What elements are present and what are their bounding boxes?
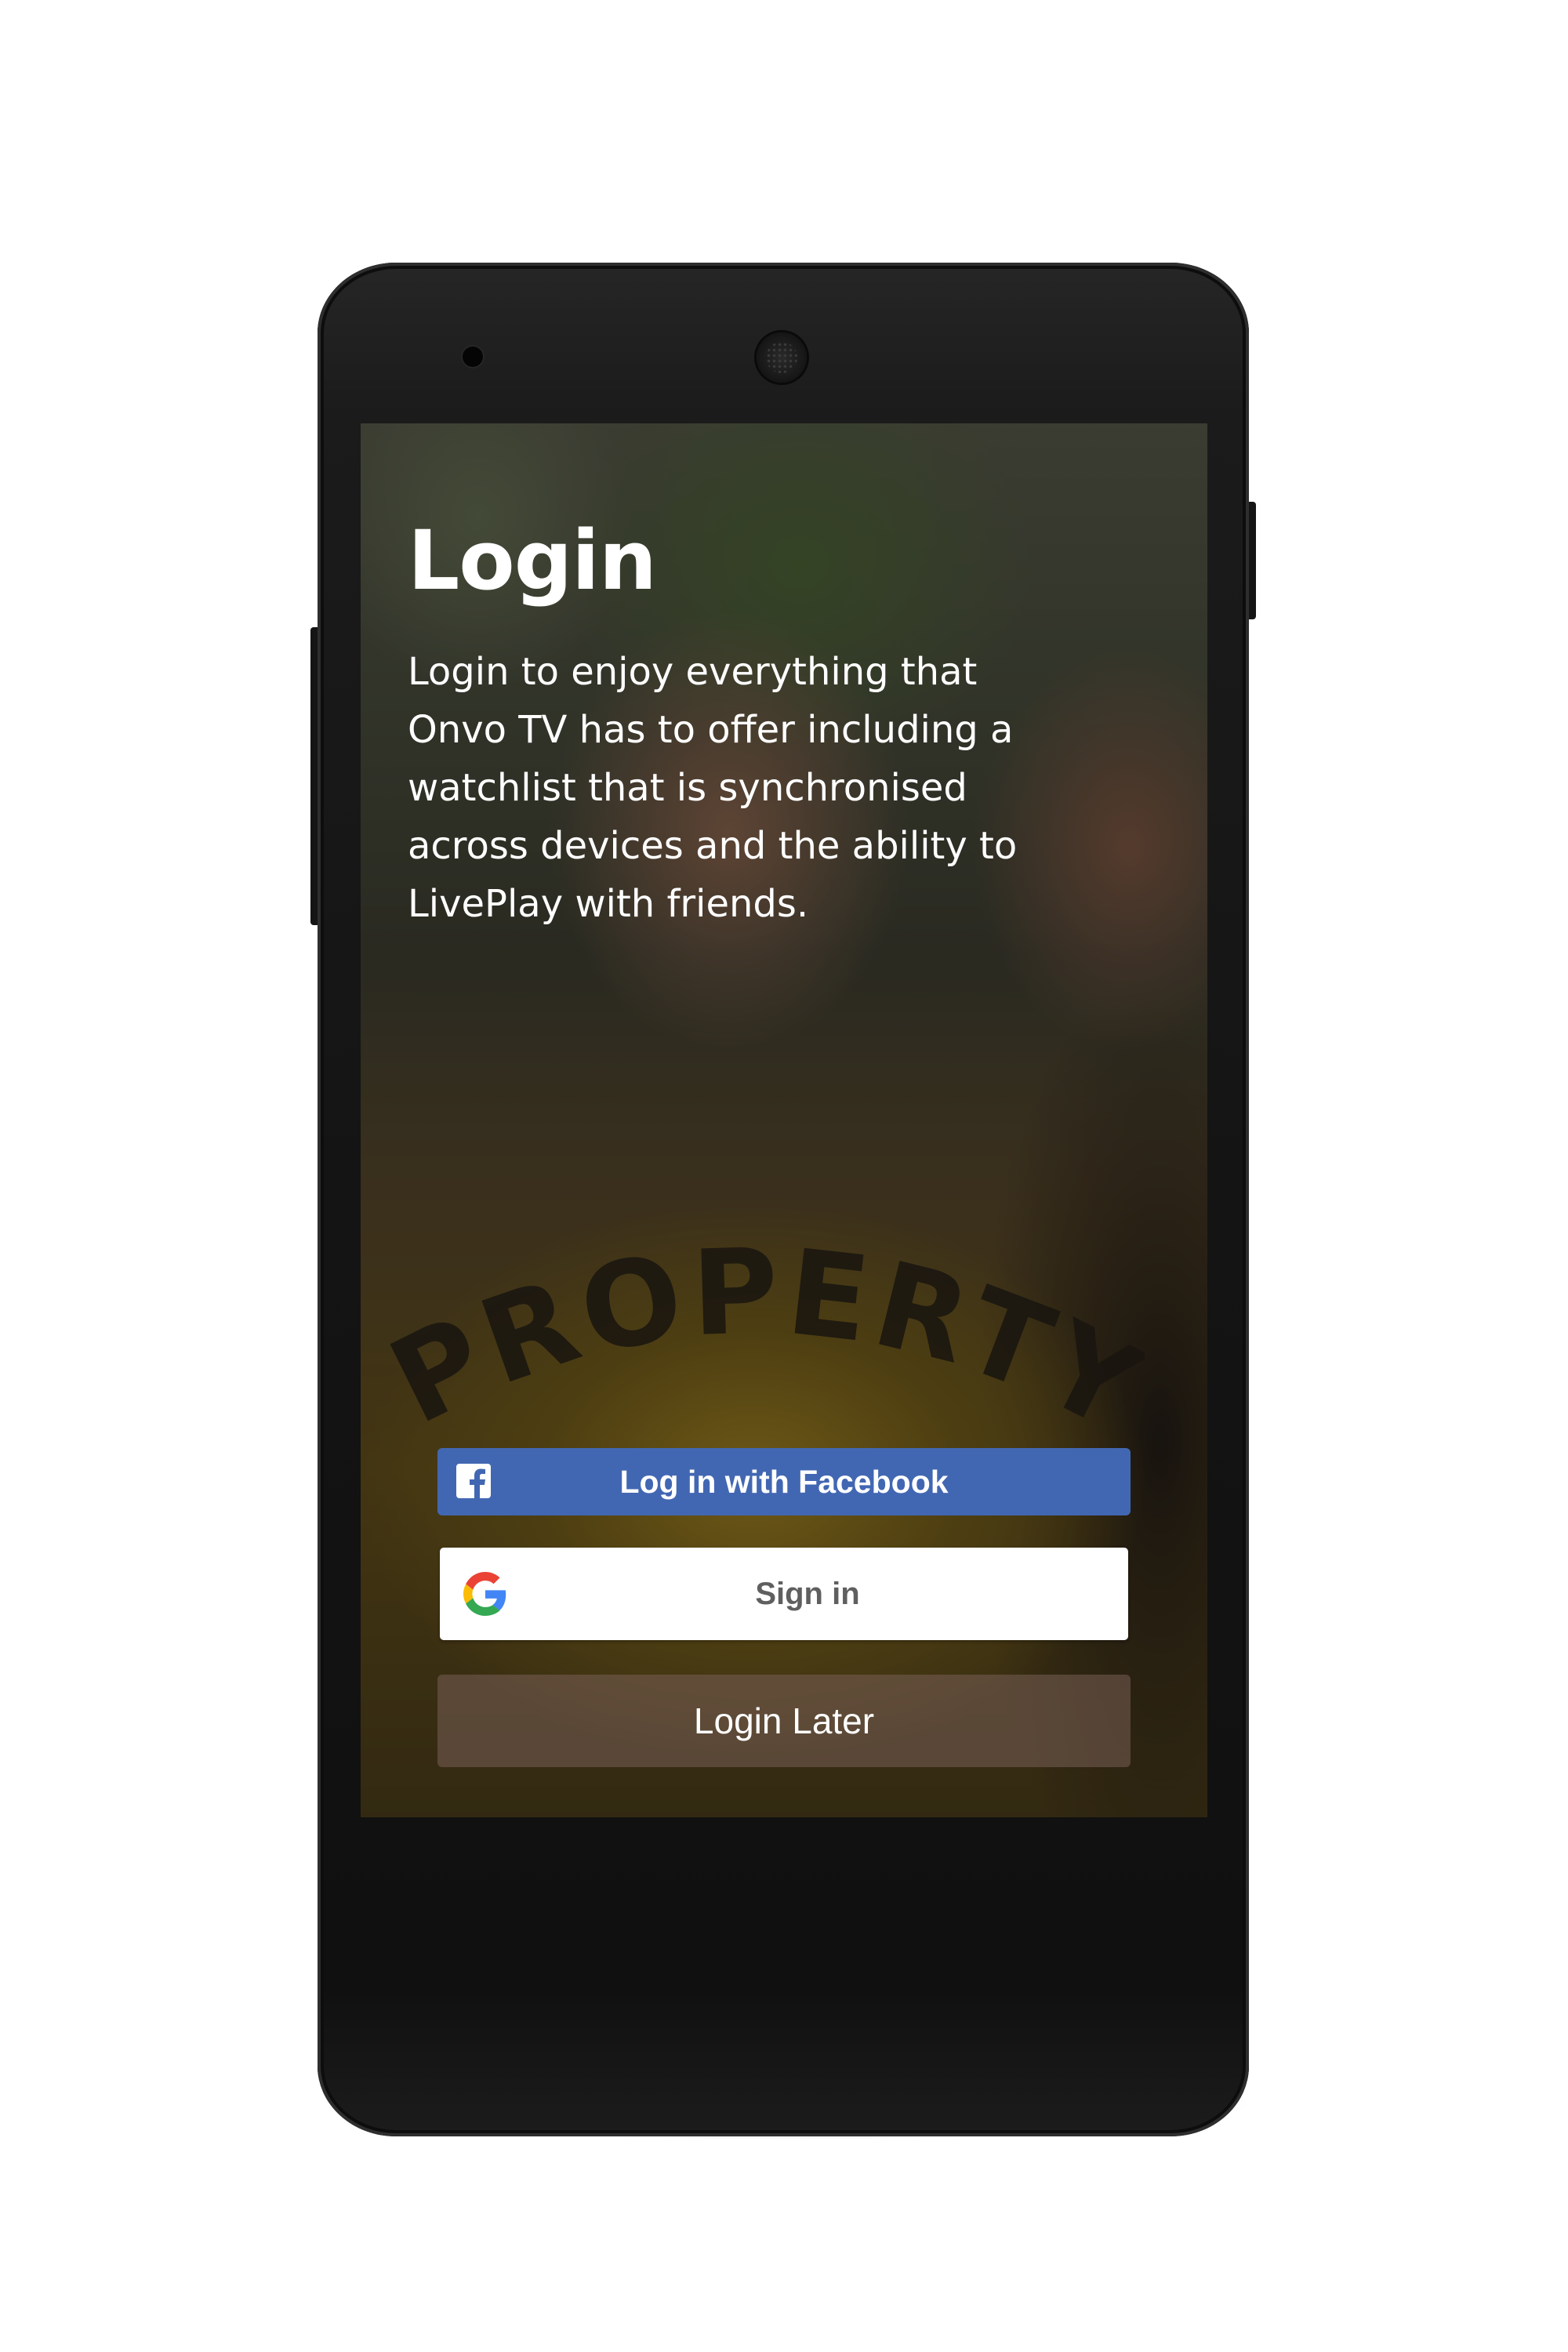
facebook-login-label: Log in with Facebook: [619, 1463, 949, 1500]
login-description: Login to enjoy everything that Onvo TV h…: [408, 650, 1018, 926]
facebook-login-button[interactable]: Log in with Facebook: [437, 1448, 1131, 1515]
earpiece-speaker: [757, 332, 807, 383]
page: PROPERTY OF Login Login to enjoy everyth…: [0, 0, 1568, 2352]
facebook-icon: [456, 1464, 491, 1498]
google-signin-label: Sign in: [755, 1576, 860, 1611]
page-title: Login: [408, 513, 657, 608]
google-signin-button[interactable]: Sign in: [440, 1548, 1128, 1640]
google-icon: [463, 1572, 506, 1616]
login-later-button[interactable]: Login Later: [437, 1675, 1131, 1767]
phone-screen: PROPERTY OF Login Login to enjoy everyth…: [361, 423, 1207, 1817]
front-camera: [463, 347, 483, 367]
login-later-label: Login Later: [693, 1700, 875, 1741]
login-screen: PROPERTY OF Login Login to enjoy everyth…: [361, 423, 1207, 1817]
